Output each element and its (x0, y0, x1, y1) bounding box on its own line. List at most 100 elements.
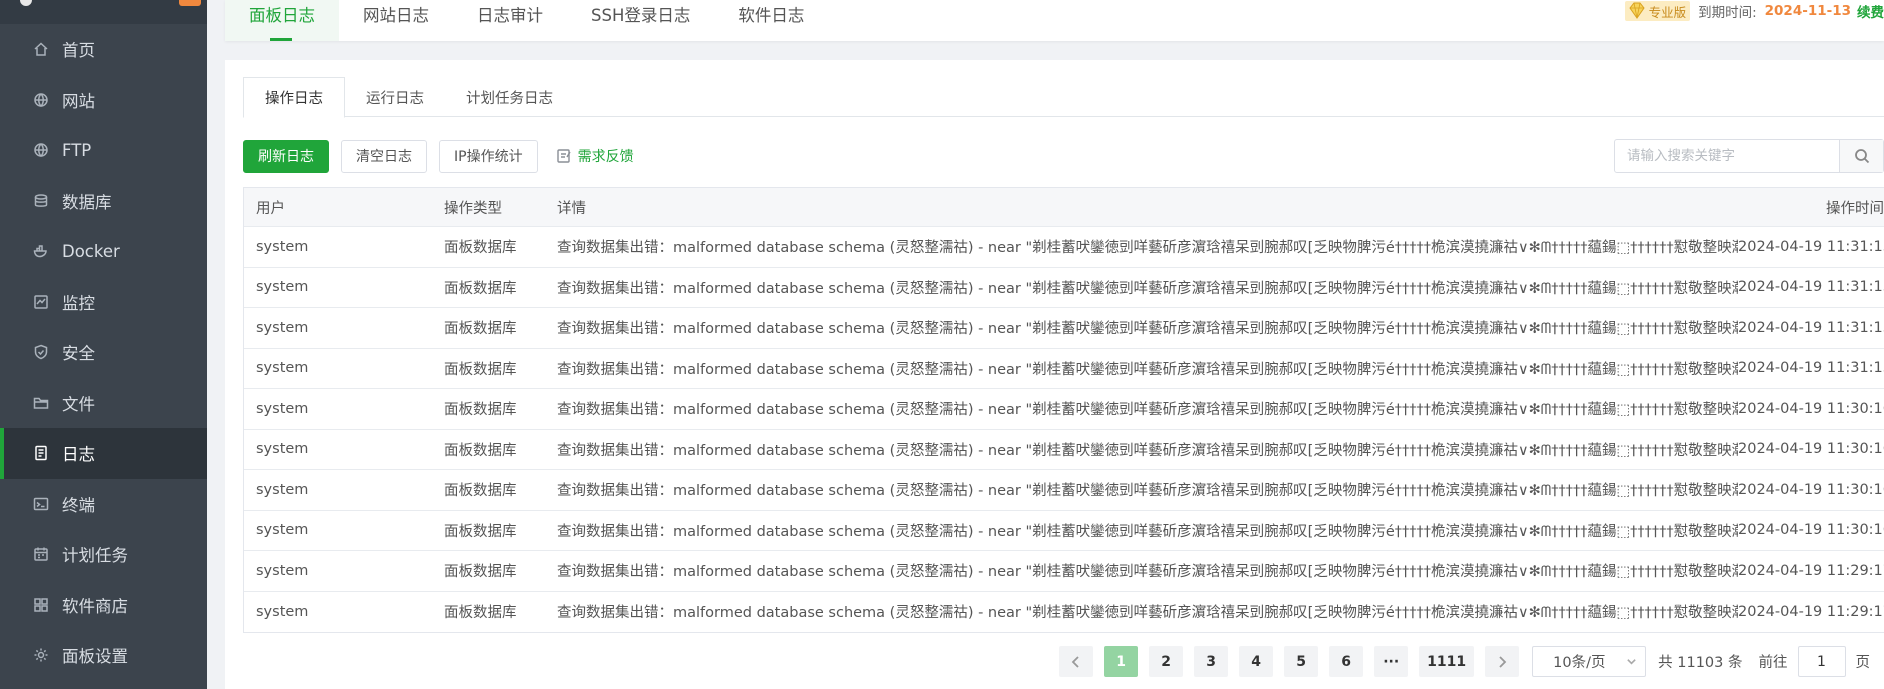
sub-tab-1[interactable]: 运行日志 (345, 77, 445, 117)
table-row: system 面板数据库 查询数据集出错：malformed database sc… (244, 551, 1884, 592)
search-button[interactable] (1839, 140, 1883, 172)
sidebar-item-10[interactable]: 计划任务 (0, 529, 207, 580)
shield-icon (33, 344, 49, 360)
page-button[interactable]: 1111 (1419, 646, 1475, 677)
home-icon (33, 41, 49, 57)
cell-detail: 查询数据集出错：malformed database schema (灵怒整濡祜… (557, 564, 1738, 581)
sidebar-item-6[interactable]: 安全 (0, 327, 207, 378)
pro-badge[interactable]: 专业版 (1624, 1, 1691, 21)
cell-detail: 查询数据集出错：malformed database schema (灵怒整濡祜… (557, 442, 1738, 459)
page-button[interactable]: 2 (1149, 646, 1184, 677)
cell-detail: 查询数据集出错：malformed database schema (灵怒整濡祜… (557, 240, 1738, 257)
top-tab-4[interactable]: 软件日志 (714, 0, 828, 41)
cell-user: system (256, 481, 309, 498)
cell-user: system (256, 441, 309, 458)
sidebar-item-label: FTP (62, 140, 92, 160)
header-user: 用户 (256, 200, 285, 217)
search-box (1614, 139, 1884, 173)
expire-date: 2024-11-13 (1764, 3, 1851, 19)
search-input[interactable] (1615, 140, 1839, 172)
per-page-select[interactable]: 10条/页 (1532, 646, 1647, 677)
sidebar-item-1[interactable]: 网站 (0, 75, 207, 126)
feedback-link[interactable]: 需求反馈 (556, 146, 634, 166)
page-button[interactable]: 4 (1239, 646, 1274, 677)
sidebar-item-5[interactable]: 监控 (0, 277, 207, 328)
feedback-label: 需求反馈 (577, 149, 634, 165)
sidebar-item-12[interactable]: 面板设置 (0, 630, 207, 681)
sub-tab-2[interactable]: 计划任务日志 (445, 77, 574, 117)
sidebar-item-11[interactable]: 软件商店 (0, 580, 207, 631)
top-tab-0[interactable]: 面板日志 (225, 0, 339, 41)
sidebar-item-label: 面板设置 (62, 647, 128, 667)
table-header: 用户 操作类型 详情 操作时间 (244, 188, 1884, 227)
cell-user: system (256, 319, 309, 336)
logo-icon (20, 0, 32, 6)
top-tab-2[interactable]: 日志审计 (453, 0, 567, 41)
sidebar-nav: 首页网站 FTP 数据库 Docker 监控 安全文件日志终端计划任务 软件商店面板设置 (0, 24, 207, 681)
sidebar-item-label: 数据库 (62, 192, 112, 212)
page-button[interactable]: 1 (1104, 646, 1139, 677)
sidebar-item-label: 网站 (62, 91, 95, 111)
sidebar-logo-area (0, 0, 207, 24)
cell-time: 2024-04-19 11:31:15 (1738, 360, 1884, 377)
prev-page-button[interactable] (1059, 646, 1094, 677)
folder-icon (33, 395, 49, 411)
goto-page-input[interactable] (1797, 646, 1846, 677)
pro-badge-label: 专业版 (1648, 4, 1687, 20)
goto-label: 前往 (1758, 655, 1788, 671)
refresh-log-button[interactable]: 刷新日志 (243, 139, 329, 173)
chevron-down-icon (1627, 659, 1636, 665)
table-row: system 面板数据库 查询数据集出错：malformed database sc… (244, 592, 1884, 633)
header-type: 操作类型 (444, 200, 502, 217)
sidebar-item-8[interactable]: 日志 (0, 428, 207, 479)
table-row: system 面板数据库 查询数据集出错：malformed database sc… (244, 308, 1884, 349)
top-tab-bar: 面板日志 网站日志 日志审计 SSH登录日志 软件日志 专业版 到期时间: 2024-1… (225, 0, 1884, 41)
page-button[interactable]: 5 (1284, 646, 1319, 677)
total-count: 共 11103 条 (1658, 655, 1743, 671)
calendar-icon (33, 546, 49, 562)
gear-icon (33, 647, 49, 663)
sidebar-item-label: 终端 (62, 495, 95, 515)
cell-type: 面板数据库 (444, 402, 517, 419)
clear-log-button[interactable]: 清空日志 (341, 139, 427, 173)
edit-note-icon (556, 149, 571, 163)
sidebar-item-7[interactable]: 文件 (0, 378, 207, 429)
cell-user: system (256, 360, 309, 377)
cell-type: 面板数据库 (444, 442, 517, 459)
page-ellipsis[interactable]: ··· (1374, 646, 1409, 677)
cell-type: 面板数据库 (444, 240, 517, 257)
cell-time: 2024-04-19 11:30:16 (1738, 400, 1884, 417)
sidebar: 首页网站 FTP 数据库 Docker 监控 安全文件日志终端计划任务 软件商店面板设置 (0, 0, 207, 689)
toolbar: 刷新日志 清空日志 IP操作统计 需求反馈 (243, 139, 1884, 173)
next-page-button[interactable] (1485, 646, 1520, 677)
cell-user: system (256, 603, 309, 620)
renew-link[interactable]: 续费 (1857, 1, 1884, 21)
sidebar-item-3[interactable]: 数据库 (0, 176, 207, 227)
sidebar-item-0[interactable]: 首页 (0, 24, 207, 75)
cell-detail: 查询数据集出错：malformed database schema (灵怒整濡祜… (557, 321, 1738, 338)
main-panel: 操作日志运行日志计划任务日志 刷新日志 清空日志 IP操作统计 需求反馈 用户 … (225, 60, 1884, 689)
header-time: 操作时间 (1826, 200, 1884, 217)
cell-detail: 查询数据集出错：malformed database schema (灵怒整濡祜… (557, 483, 1738, 500)
cell-time: 2024-04-19 11:31:15 (1738, 238, 1884, 255)
sidebar-item-9[interactable]: 终端 (0, 479, 207, 530)
top-tab-3[interactable]: SSH登录日志 (567, 0, 714, 41)
table-row: system 面板数据库 查询数据集出错：malformed database sc… (244, 470, 1884, 511)
sidebar-item-4[interactable]: Docker (0, 226, 207, 277)
cell-detail: 查询数据集出错：malformed database schema (灵怒整濡祜… (557, 361, 1738, 378)
page-button[interactable]: 6 (1329, 646, 1364, 677)
log-table: 用户 操作类型 详情 操作时间 system 面板数据库 查询数据集出错：malfo… (243, 187, 1884, 633)
cell-type: 面板数据库 (444, 564, 517, 581)
top-tab-1[interactable]: 网站日志 (339, 0, 453, 41)
sidebar-item-label: 文件 (62, 394, 95, 414)
sub-tab-0[interactable]: 操作日志 (243, 77, 345, 118)
apps-icon (33, 597, 49, 613)
ftp-globe-icon (33, 142, 49, 158)
table-row: system 面板数据库 查询数据集出错：malformed database sc… (244, 430, 1884, 470)
cell-user: system (256, 279, 309, 296)
notification-badge[interactable] (179, 0, 201, 6)
page-button[interactable]: 3 (1194, 646, 1229, 677)
ip-stats-button[interactable]: IP操作统计 (439, 139, 538, 173)
chevron-right-icon (1499, 655, 1507, 668)
sidebar-item-2[interactable]: FTP (0, 125, 207, 176)
